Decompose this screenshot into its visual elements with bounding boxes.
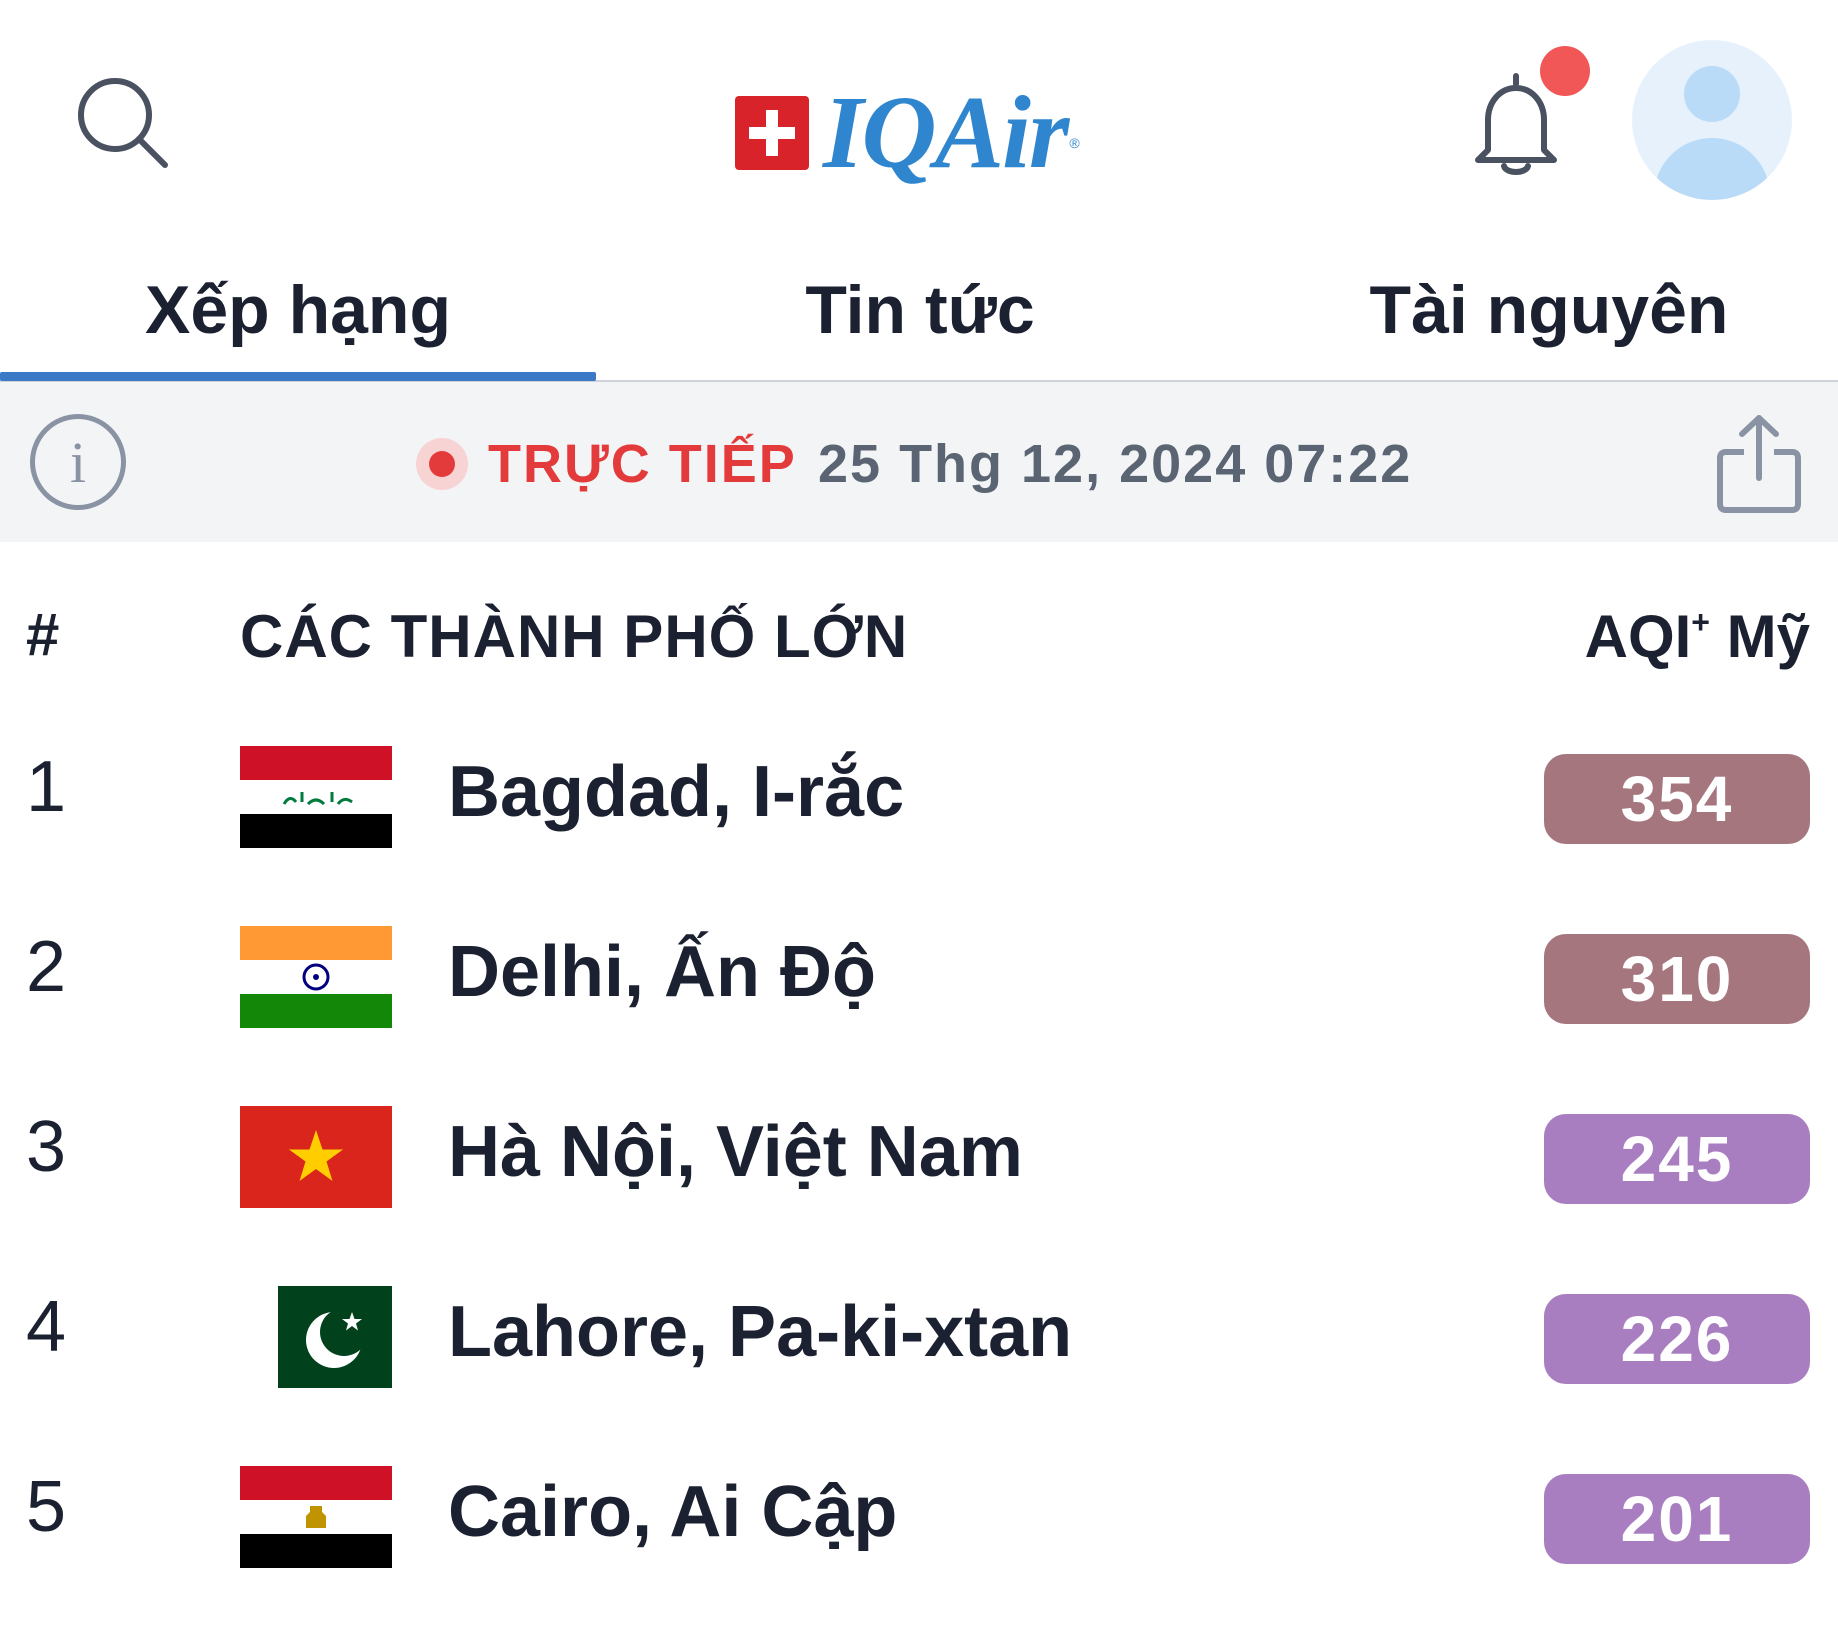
registered-mark: ® [1069, 135, 1080, 151]
share-button[interactable] [1712, 412, 1806, 516]
logo-text: IQAir [823, 75, 1069, 190]
avatar[interactable] [1632, 40, 1792, 200]
row-city: Lahore, Pa-ki-xtan [448, 1292, 1073, 1372]
row-city: Cairo, Ai Cập [448, 1472, 898, 1552]
tab-ranking[interactable]: Xếp hạng [0, 240, 596, 380]
row-rank: 1 [26, 747, 67, 827]
avatar-head-shape [1684, 66, 1740, 122]
live-status-bar: i TRỰC TIẾP 25 Thg 12, 2024 07:22 [0, 382, 1838, 542]
info-button[interactable]: i [30, 414, 126, 510]
egypt-flag [240, 1466, 392, 1568]
search-button[interactable] [70, 70, 180, 180]
iraq-flag [240, 746, 392, 848]
column-city-header: CÁC THÀNH PHỐ LỚN [240, 603, 909, 670]
row-rank: 3 [26, 1107, 67, 1187]
avatar-body-shape [1654, 138, 1770, 200]
table-row[interactable]: 3 Hà Nội, Việt Nam 245 [0, 1066, 1838, 1246]
iqair-logo: IQAir ® [735, 78, 1080, 188]
row-city: Delhi, Ấn Độ [448, 932, 876, 1012]
live-label: TRỰC TIẾP [488, 434, 797, 494]
live-timestamp: 25 Thg 12, 2024 07:22 [818, 434, 1413, 494]
row-city: Bagdad, I-rắc [448, 752, 905, 832]
app-header: IQAir ® [0, 0, 1838, 240]
table-row[interactable]: 4 Lahore, Pa-ki-xtan 226 [0, 1246, 1838, 1426]
india-flag [240, 926, 392, 1028]
table-row[interactable]: 5 Cairo, Ai Cập 201 [0, 1426, 1838, 1606]
table-row[interactable]: 2 Delhi, Ấn Độ 310 [0, 886, 1838, 1066]
row-rank: 5 [26, 1467, 67, 1547]
table-row[interactable]: 1 Bagdad, I-rắc 354 [0, 706, 1838, 886]
column-aqi-header[interactable]: AQI+ Mỹ [1585, 602, 1810, 671]
search-icon [78, 78, 168, 168]
aqi-badge: 354 [1544, 754, 1810, 844]
aqi-badge: 226 [1544, 1294, 1810, 1384]
live-indicator-icon [416, 438, 468, 490]
tab-resources[interactable]: Tài nguyên [1260, 240, 1838, 380]
swiss-cross-icon [735, 96, 809, 170]
tab-news[interactable]: Tin tức [620, 240, 1220, 380]
tab-bar: Xếp hạng Tin tức Tài nguyên [0, 240, 1838, 382]
active-tab-indicator [0, 372, 596, 381]
aqi-badge: 245 [1544, 1114, 1810, 1204]
row-city: Hà Nội, Việt Nam [448, 1112, 1023, 1192]
row-rank: 4 [26, 1287, 67, 1367]
aqi-badge: 310 [1544, 934, 1810, 1024]
column-rank-header: # [26, 601, 60, 668]
aqi-badge: 201 [1544, 1474, 1810, 1564]
table-header: # CÁC THÀNH PHỐ LỚN AQI+ Mỹ [0, 560, 1838, 710]
info-icon: i [69, 429, 87, 495]
notification-badge [1540, 46, 1590, 96]
share-icon [1717, 415, 1801, 513]
pakistan-flag [278, 1286, 392, 1388]
row-rank: 2 [26, 927, 67, 1007]
vietnam-flag [240, 1106, 392, 1208]
